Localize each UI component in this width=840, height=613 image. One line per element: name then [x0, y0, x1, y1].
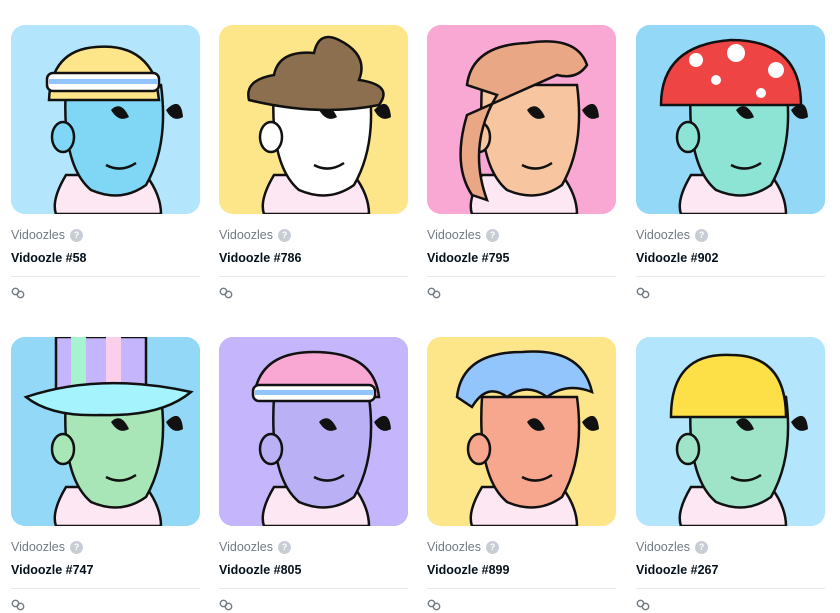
link-icon[interactable] — [427, 287, 441, 299]
link-icon[interactable] — [427, 599, 441, 611]
collection-label[interactable]: Vidoozles — [11, 540, 65, 554]
nft-image[interactable] — [636, 25, 825, 214]
nft-card[interactable]: Vidoozles? Vidoozle #58 — [11, 25, 200, 299]
nft-title[interactable]: Vidoozle #786 — [219, 250, 408, 266]
help-icon: ? — [485, 228, 499, 242]
link-icon[interactable] — [636, 287, 650, 299]
collection-name[interactable]: Vidoozles? — [219, 227, 408, 243]
nft-card[interactable]: Vidoozles? Vidoozle #902 — [636, 25, 825, 299]
nft-title[interactable]: Vidoozle #267 — [636, 562, 825, 578]
collection-name[interactable]: Vidoozles? — [11, 539, 200, 555]
nft-image[interactable] — [219, 337, 408, 526]
nft-card[interactable]: Vidoozles? Vidoozle #795 — [427, 25, 616, 299]
collection-name[interactable]: Vidoozles? — [636, 539, 825, 555]
nft-image[interactable] — [11, 25, 200, 214]
divider — [636, 276, 825, 277]
collection-label[interactable]: Vidoozles — [427, 228, 481, 242]
divider — [219, 588, 408, 589]
collection-label[interactable]: Vidoozles — [219, 228, 273, 242]
nft-image[interactable] — [636, 337, 825, 526]
help-icon: ? — [277, 228, 291, 242]
collection-label[interactable]: Vidoozles — [636, 228, 690, 242]
nft-title[interactable]: Vidoozle #747 — [11, 562, 200, 578]
link-icon[interactable] — [636, 599, 650, 611]
nft-image[interactable] — [11, 337, 200, 526]
nft-card[interactable]: Vidoozles? Vidoozle #805 — [219, 337, 408, 611]
nft-card[interactable]: Vidoozles? Vidoozle #899 — [427, 337, 616, 611]
nft-title[interactable]: Vidoozle #58 — [11, 250, 200, 266]
nft-image[interactable] — [219, 25, 408, 214]
collection-label[interactable]: Vidoozles — [219, 540, 273, 554]
link-icon[interactable] — [11, 599, 25, 611]
link-icon[interactable] — [219, 599, 233, 611]
collection-label[interactable]: Vidoozles — [427, 540, 481, 554]
divider — [636, 588, 825, 589]
divider — [427, 276, 616, 277]
nft-title[interactable]: Vidoozle #805 — [219, 562, 408, 578]
collection-name[interactable]: Vidoozles? — [636, 227, 825, 243]
nft-image[interactable] — [427, 25, 616, 214]
divider — [427, 588, 616, 589]
collection-name[interactable]: Vidoozles? — [427, 227, 616, 243]
nft-title[interactable]: Vidoozle #795 — [427, 250, 616, 266]
collection-name[interactable]: Vidoozles? — [11, 227, 200, 243]
nft-card[interactable]: Vidoozles? Vidoozle #747 — [11, 337, 200, 611]
nft-card[interactable]: Vidoozles? Vidoozle #786 — [219, 25, 408, 299]
help-icon: ? — [69, 540, 83, 554]
help-icon: ? — [485, 540, 499, 554]
link-icon[interactable] — [11, 287, 25, 299]
help-icon: ? — [69, 228, 83, 242]
nft-image[interactable] — [427, 337, 616, 526]
nft-title[interactable]: Vidoozle #902 — [636, 250, 825, 266]
collection-name[interactable]: Vidoozles? — [427, 539, 616, 555]
divider — [219, 276, 408, 277]
help-icon: ? — [694, 228, 708, 242]
collection-label[interactable]: Vidoozles — [11, 228, 65, 242]
collection-name[interactable]: Vidoozles? — [219, 539, 408, 555]
nft-title[interactable]: Vidoozle #899 — [427, 562, 616, 578]
collection-label[interactable]: Vidoozles — [636, 540, 690, 554]
help-icon: ? — [694, 540, 708, 554]
divider — [11, 276, 200, 277]
divider — [11, 588, 200, 589]
help-icon: ? — [277, 540, 291, 554]
nft-card[interactable]: Vidoozles? Vidoozle #267 — [636, 337, 825, 611]
link-icon[interactable] — [219, 287, 233, 299]
